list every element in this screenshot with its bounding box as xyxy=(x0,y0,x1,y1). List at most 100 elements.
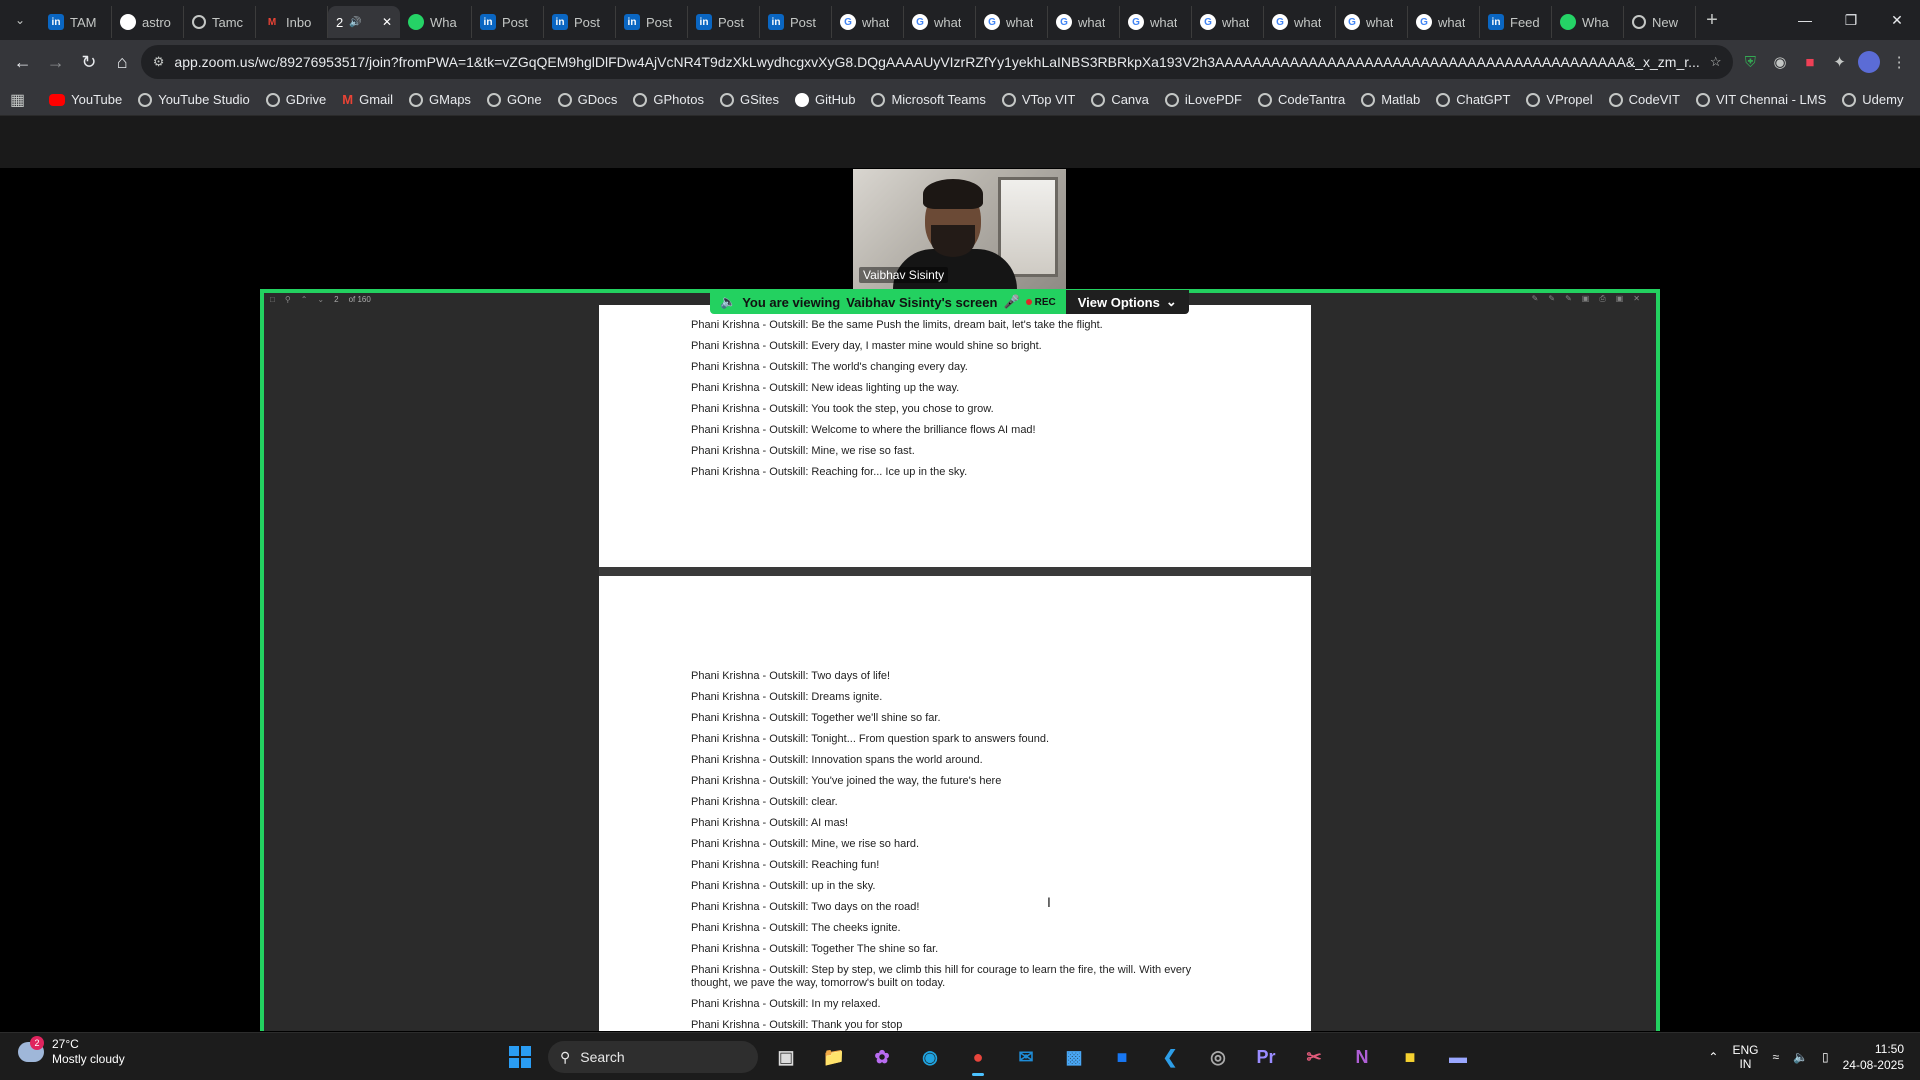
restore-button[interactable]: ❐ xyxy=(1828,0,1874,40)
sticky-notes-icon[interactable]: ■ xyxy=(1390,1037,1430,1077)
bookmark-item[interactable]: YouTube xyxy=(49,92,122,107)
bookmark-item[interactable]: GDocs xyxy=(557,92,617,107)
transcript-line: Phani Krishna - Outskill: Be the same Pu… xyxy=(691,319,1103,331)
browser-tab[interactable]: M Inbo xyxy=(256,6,328,38)
browser-tab[interactable]: in Feed xyxy=(1480,6,1552,38)
app-icon[interactable]: ▬ xyxy=(1438,1037,1478,1077)
bookmark-item[interactable]: GPhotos xyxy=(633,92,704,107)
pocket-extension-icon[interactable]: ■ xyxy=(1797,47,1823,77)
bookmark-item[interactable]: VIT Chennai - LMS xyxy=(1695,92,1826,107)
bookmark-item[interactable]: CodeTantra xyxy=(1257,92,1345,107)
wifi-icon[interactable]: ≈ xyxy=(1772,1050,1779,1064)
language-indicator[interactable]: ENG IN xyxy=(1732,1043,1758,1071)
bookmark-star-icon[interactable]: ☆ xyxy=(1710,54,1722,70)
new-tab-button[interactable]: + xyxy=(1696,4,1728,36)
store-icon[interactable]: ▩ xyxy=(1054,1037,1094,1077)
bookmark-item[interactable]: GSites xyxy=(719,92,779,107)
bookmark-item[interactable]: M Gmail xyxy=(342,92,393,107)
battery-icon[interactable]: ▯ xyxy=(1822,1050,1829,1064)
chrome-icon[interactable]: ● xyxy=(958,1037,998,1077)
shared-screen-frame[interactable]: □ ⚲ ⌃ ⌄ 2 of 160 ✎✎✎▣⎙▣✕ Phani Krishna -… xyxy=(260,289,1660,1031)
file-explorer-icon[interactable]: 📁 xyxy=(814,1037,854,1077)
browser-tab[interactable]: Gwhat xyxy=(1264,6,1336,38)
tray-overflow-chevron-icon[interactable]: ⌃ xyxy=(1708,1050,1718,1064)
camera-extension-icon[interactable]: ◉ xyxy=(1767,47,1793,77)
browser-tab[interactable]: Gwhat xyxy=(1048,6,1120,38)
participant-hair xyxy=(923,179,983,209)
bookmark-item[interactable]: GMaps xyxy=(409,92,471,107)
browser-tab[interactable]: Gwhat xyxy=(1408,6,1480,38)
tab-search-chevron-icon[interactable]: ⌄ xyxy=(0,0,40,40)
address-url[interactable]: app.zoom.us/wc/89276953517/join?fromPWA=… xyxy=(174,54,1699,70)
bookmark-item[interactable]: VTop VIT xyxy=(1001,92,1075,107)
volume-icon[interactable]: 🔈 xyxy=(1793,1050,1808,1064)
browser-tab[interactable]: New xyxy=(1624,6,1696,38)
back-button[interactable]: ← xyxy=(8,45,37,79)
browser-tab[interactable]: 2 🔊 ✕ xyxy=(328,6,400,38)
bookmark-item[interactable]: Canva xyxy=(1091,92,1149,107)
reload-button[interactable]: ↻ xyxy=(74,45,103,79)
bookmark-item[interactable]: GDrive xyxy=(265,92,326,107)
browser-tab[interactable]: in Post xyxy=(760,6,832,38)
browser-tab[interactable]: in Post xyxy=(472,6,544,38)
premiere-icon[interactable]: Pr xyxy=(1246,1037,1286,1077)
obs-icon[interactable]: ◎ xyxy=(1198,1037,1238,1077)
browser-tab[interactable]: in Post xyxy=(616,6,688,38)
copilot-icon[interactable]: ✿ xyxy=(862,1037,902,1077)
browser-tab[interactable]: astro xyxy=(112,6,184,38)
onenote-icon[interactable]: N xyxy=(1342,1037,1382,1077)
browser-tab[interactable]: Gwhat xyxy=(832,6,904,38)
bookmark-item[interactable]: ChatGPT xyxy=(1436,92,1510,107)
bookmark-item[interactable]: Udemy xyxy=(1842,92,1903,107)
bookmark-item[interactable]: VPropel xyxy=(1526,92,1593,107)
bookmark-item[interactable]: GitHub xyxy=(794,92,855,107)
browser-tab[interactable]: Gwhat xyxy=(904,6,976,38)
weather-widget[interactable]: 2 27°C Mostly cloudy xyxy=(18,1036,125,1067)
bookmark-item[interactable]: Matlab xyxy=(1361,92,1420,107)
home-button[interactable]: ⌂ xyxy=(108,45,137,79)
browser-tab[interactable]: Gwhat xyxy=(1192,6,1264,38)
bookmark-item[interactable]: iLovePDF xyxy=(1164,92,1242,107)
clock[interactable]: 11:50 24-08-2025 xyxy=(1843,1041,1904,1073)
browser-tab[interactable]: in TAM xyxy=(40,6,112,38)
browser-menu-icon[interactable]: ⋮ xyxy=(1886,47,1912,77)
snipping-tool-icon[interactable]: ✂ xyxy=(1294,1037,1334,1077)
browser-tab[interactable]: Tamc xyxy=(184,6,256,38)
browser-tab[interactable]: Gwhat xyxy=(1120,6,1192,38)
whatsapp-icon xyxy=(408,14,424,30)
bookmark-item[interactable]: CodeVIT xyxy=(1608,92,1680,107)
browser-tab[interactable]: Gwhat xyxy=(1336,6,1408,38)
close-window-button[interactable]: ✕ xyxy=(1874,0,1920,40)
bookmark-item[interactable]: GOne xyxy=(486,92,542,107)
rec-dot-icon xyxy=(1025,299,1032,305)
participant-video-tile[interactable]: Vaibhav Sisinty xyxy=(853,169,1066,289)
address-bar[interactable]: ⚙ app.zoom.us/wc/89276953517/join?fromPW… xyxy=(140,45,1734,79)
tab-title: Post xyxy=(718,14,745,30)
browser-tab[interactable]: Gwhat xyxy=(976,6,1048,38)
forward-button[interactable]: → xyxy=(41,45,70,79)
google-icon: G xyxy=(984,14,1000,30)
widget-app-icon[interactable]: ■ xyxy=(1102,1037,1142,1077)
browser-tab[interactable]: Wha xyxy=(400,6,472,38)
browser-tab[interactable]: in Post xyxy=(544,6,616,38)
apps-grid-icon[interactable]: ▦ xyxy=(10,90,25,110)
start-button[interactable] xyxy=(500,1037,540,1077)
minimize-button[interactable]: — xyxy=(1782,0,1828,40)
gmail-icon: M xyxy=(267,16,277,28)
close-tab-icon[interactable]: ✕ xyxy=(382,15,392,29)
extensions-puzzle-icon[interactable]: ✦ xyxy=(1827,47,1853,77)
shield-extension-icon[interactable]: ⛨ xyxy=(1737,47,1763,77)
profile-avatar[interactable] xyxy=(1856,47,1882,77)
site-info-icon[interactable]: ⚙ xyxy=(153,54,165,70)
vscode-icon[interactable]: ❮ xyxy=(1150,1037,1190,1077)
browser-tab[interactable]: Wha xyxy=(1552,6,1624,38)
bookmark-item[interactable]: YouTube Studio xyxy=(138,92,250,107)
audio-playing-icon[interactable]: 🔊 xyxy=(349,17,361,28)
outlook-icon[interactable]: ✉ xyxy=(1006,1037,1046,1077)
taskbar-search[interactable]: ⚲ Search xyxy=(548,1041,758,1073)
task-view-icon[interactable]: ▣ xyxy=(766,1037,806,1077)
bookmark-item[interactable]: Microsoft Teams xyxy=(871,92,986,107)
edge-icon[interactable]: ◉ xyxy=(910,1037,950,1077)
view-options-button[interactable]: View Options ⌄ xyxy=(1065,290,1189,314)
browser-tab[interactable]: in Post xyxy=(688,6,760,38)
